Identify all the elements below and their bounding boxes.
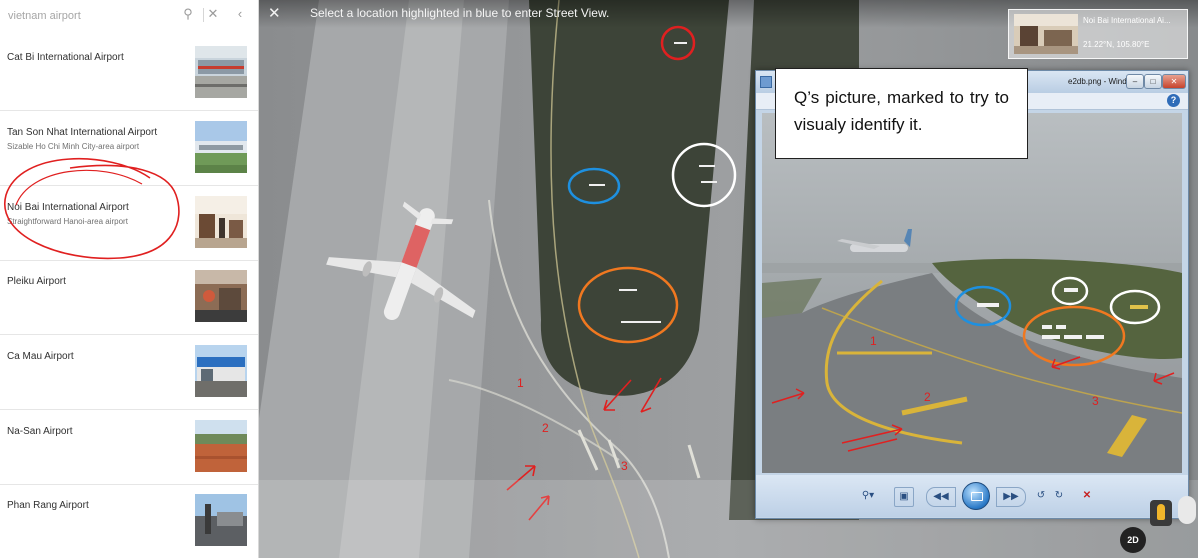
pegman-icon[interactable] xyxy=(1150,500,1172,526)
previous-icon[interactable]: ◀◀ xyxy=(926,487,956,507)
rotate-left-icon[interactable]: ↺ xyxy=(1034,487,1048,505)
annotation-number: 2 xyxy=(542,421,549,435)
slideshow-button[interactable] xyxy=(962,482,990,510)
callout-text: Q’s picture, marked to try to visualy id… xyxy=(794,88,1009,134)
close-icon[interactable]: ✕ xyxy=(268,4,281,22)
pegman-figure xyxy=(1157,504,1165,520)
delete-icon[interactable]: ✕ xyxy=(1080,487,1094,505)
annotation-number: 1 xyxy=(870,334,877,348)
app-icon xyxy=(760,76,772,88)
maximize-button[interactable]: □ xyxy=(1144,74,1162,89)
location-thumbnail xyxy=(1014,14,1078,54)
callout-box: Q’s picture, marked to try to visualy id… xyxy=(775,68,1028,159)
close-button[interactable]: ✕ xyxy=(1162,74,1186,89)
rotate-right-icon[interactable]: ↻ xyxy=(1052,487,1066,505)
2d-mode-button[interactable]: 2D xyxy=(1120,527,1146,553)
instruction-text: Select a location highlighted in blue to… xyxy=(310,6,610,20)
viewer-toolbar: ⚲▾ ▣ ◀◀ ▶▶ ↺ ↻ ✕ xyxy=(756,475,1188,517)
next-icon[interactable]: ▶▶ xyxy=(996,487,1026,507)
results-sidebar: ⚲ ✕ ‹ Cat Bi International Airport Tan S… xyxy=(0,0,259,558)
location-title: Noi Bai International Ai... xyxy=(1083,16,1171,25)
annotation-number: 3 xyxy=(621,459,628,473)
minimize-button[interactable]: – xyxy=(1126,74,1144,89)
location-card[interactable]: Noi Bai International Ai... 21.22°N, 105… xyxy=(1008,9,1188,59)
question-photo: 1 2 3 xyxy=(762,113,1182,473)
annotation-number: 3 xyxy=(1092,394,1099,408)
location-coordinates: 21.22°N, 105.80°E xyxy=(1083,40,1150,49)
annotation-number: 1 xyxy=(517,376,524,390)
actual-size-icon[interactable]: ▣ xyxy=(894,487,914,507)
zoom-icon[interactable]: ⚲▾ xyxy=(856,487,880,505)
help-icon[interactable]: ? xyxy=(1167,94,1180,107)
annotation-number: 2 xyxy=(924,390,931,404)
red-annotation-circle xyxy=(3,157,180,260)
compass-icon[interactable] xyxy=(1178,496,1196,524)
